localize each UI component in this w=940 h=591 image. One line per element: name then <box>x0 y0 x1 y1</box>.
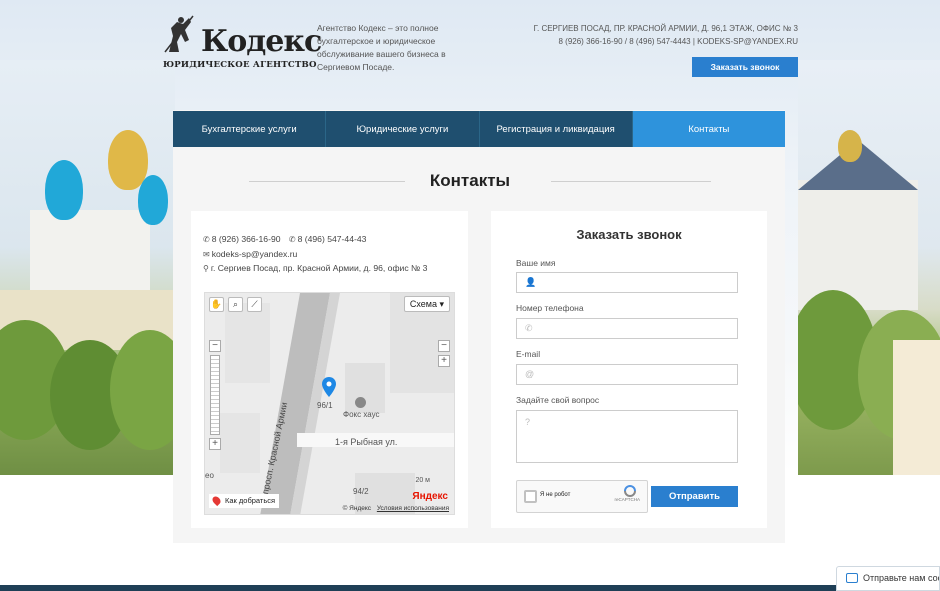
building-label-1: 96/1 <box>317 401 333 410</box>
email-label: E-mail <box>516 349 541 359</box>
background-scenery-right <box>798 60 940 475</box>
recaptcha-brand: reCAPTCHA <box>614 497 640 502</box>
map-terms: © Яндекс Условия использования <box>343 505 449 512</box>
chat-label: Отправьте нам сооб <box>863 573 940 583</box>
route-label: Как добраться <box>225 496 276 505</box>
yandex-logo-text: Яндекс <box>412 491 448 502</box>
magnifier-icon[interactable]: ⌕ <box>228 297 243 312</box>
route-pin-icon <box>210 494 223 507</box>
question-placeholder: ? <box>525 417 531 427</box>
phone-2[interactable]: 8 (496) 547-44-43 <box>298 234 367 244</box>
recaptcha-checkbox[interactable] <box>524 490 537 503</box>
recaptcha-label: Я не робот <box>540 492 571 498</box>
background-scenery-left <box>0 60 175 475</box>
logo-name: Кодекс <box>201 24 322 59</box>
form-title: Заказать звонок <box>576 227 682 242</box>
main-nav: Бухгалтерские услуги Юридические услуги … <box>173 111 785 147</box>
location-pin-icon[interactable] <box>322 377 336 397</box>
logo-subtitle: ЮРИДИЧЕСКОЕ АГЕНТСТВО <box>163 60 317 70</box>
email-link[interactable]: kodeks-sp@yandex.ru <box>212 249 298 259</box>
header-address: Г. СЕРГИЕВ ПОСАД, ПР. КРАСНОЙ АРМИИ, Д. … <box>533 24 798 33</box>
map-marker-icon: ⚲ <box>203 264 209 273</box>
map-terms-link[interactable]: Условия использования <box>377 505 449 512</box>
yandex-map[interactable]: ✋ ⌕ ⟋ Схема ▾ − + − + просп. Красной Арм… <box>204 292 455 515</box>
map-copyright: © Яндекс <box>342 505 372 512</box>
nav-accounting[interactable]: Бухгалтерские услуги <box>173 111 327 147</box>
zoom-in-right-icon[interactable]: + <box>438 355 450 367</box>
contacts-card: ✆ 8 (926) 366-16-90 ✆ 8 (496) 547-44-43 ✉ k… <box>191 211 468 528</box>
user-icon: 👤 <box>525 277 537 287</box>
chat-widget[interactable]: Отправьте нам сооб <box>836 566 940 591</box>
question-label: Задайте свой вопрос <box>516 395 600 405</box>
nav-legal[interactable]: Юридические услуги <box>326 111 480 147</box>
tagline: Агентство Кодекс – это полное бухгалтерс… <box>317 23 446 72</box>
name-label: Ваше имя <box>516 258 556 268</box>
poi-icon <box>355 397 366 408</box>
zoom-out-right-icon[interactable]: − <box>438 340 450 352</box>
saint-george-icon <box>164 15 194 53</box>
building-label-2: 94/2 <box>353 487 369 496</box>
route-button[interactable]: Как добраться <box>209 494 280 508</box>
zoom-slider[interactable] <box>210 355 220 435</box>
envelope-chat-icon <box>846 573 858 583</box>
logo[interactable]: Кодекс ЮРИДИЧЕСКОЕ АГЕНТСТВО <box>163 12 322 74</box>
poi-label: Фокс хаус <box>343 410 380 419</box>
email-input[interactable]: @ <box>516 364 738 385</box>
email-line: ✉ kodeks-sp@yandex.ru <box>203 249 297 259</box>
phones-line: ✆ 8 (926) 366-16-90 ✆ 8 (496) 547-44-43 <box>203 234 366 244</box>
map-type-select[interactable]: Схема ▾ <box>403 296 450 312</box>
yandex-logo[interactable]: Яндекс <box>412 491 448 502</box>
map-edge-label: ео <box>205 471 214 480</box>
callback-form: Заказать звонок Ваше имя 👤 Номер телефон… <box>491 211 767 528</box>
recaptcha-logo-icon <box>624 485 636 497</box>
phone-field-icon: ✆ <box>525 323 533 333</box>
phone-icon: ✆ <box>203 235 210 244</box>
name-input[interactable]: 👤 <box>516 272 738 293</box>
at-icon: @ <box>525 369 535 379</box>
page-title-text: Контакты <box>419 171 521 190</box>
nav-contacts[interactable]: Контакты <box>632 111 785 147</box>
recaptcha: Я не робот reCAPTCHA <box>516 480 648 513</box>
zoom-in-icon[interactable]: + <box>209 438 221 450</box>
header-phones[interactable]: 8 (926) 366-16-90 / 8 (496) 547-4443 | K… <box>534 35 799 48</box>
map-scale: 20 м <box>415 477 430 484</box>
page-title: Контакты <box>0 171 940 191</box>
hand-icon[interactable]: ✋ <box>209 297 224 312</box>
address-text: г. Сергиев Посад, пр. Красной Армии, д. … <box>210 263 428 273</box>
phone-label: Номер телефона <box>516 303 584 313</box>
address-line: ⚲ г. Сергиев Посад, пр. Красной Армии, д.… <box>203 263 427 273</box>
phone-icon: ✆ <box>288 235 296 244</box>
footer-bar <box>0 585 940 591</box>
question-textarea[interactable]: ? <box>516 410 738 463</box>
phone-1[interactable]: 8 (926) 366-16-90 <box>212 234 281 244</box>
zoom-out-icon[interactable]: − <box>209 340 221 352</box>
order-call-button[interactable]: Заказать звонок <box>692 57 798 77</box>
phone-input[interactable]: ✆ <box>516 318 738 339</box>
street-side-label: 1-я Рыбная ул. <box>335 437 398 447</box>
header-contacts: Г. СЕРГИЕВ ПОСАД, ПР. КРАСНОЙ АРМИИ, Д. … <box>534 22 798 48</box>
submit-button[interactable]: Отправить <box>651 486 738 507</box>
nav-registration[interactable]: Регистрация и ликвидация <box>480 111 633 147</box>
ruler-icon[interactable]: ⟋ <box>247 297 262 312</box>
envelope-icon: ✉ <box>203 250 210 259</box>
